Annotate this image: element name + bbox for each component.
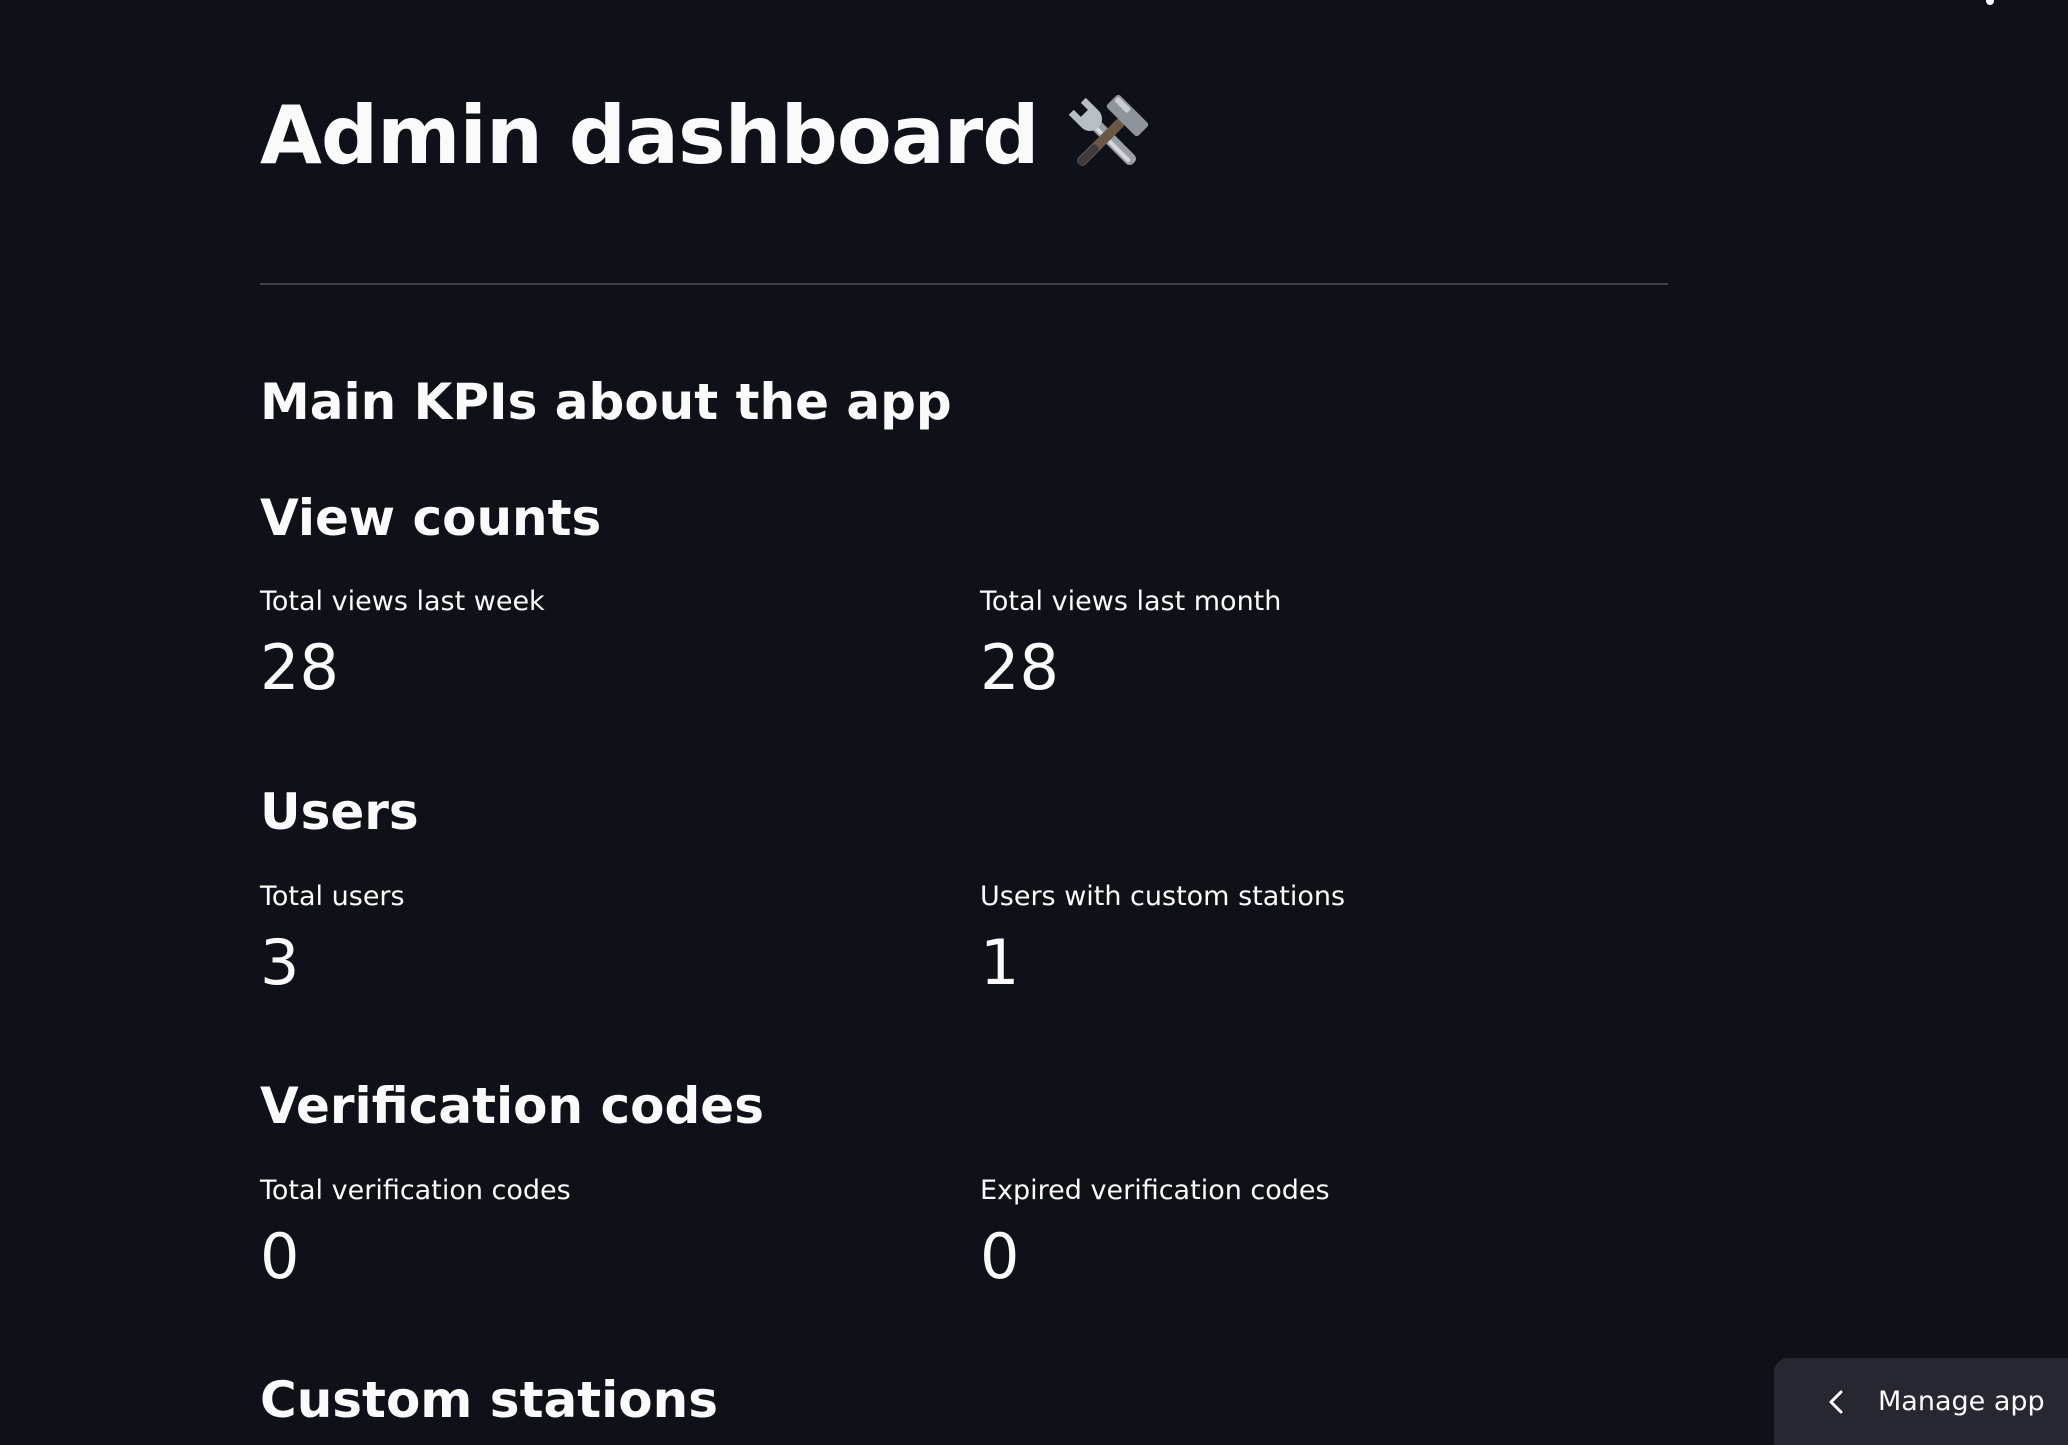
manage-app-button[interactable]: Manage app [1774, 1358, 2068, 1445]
page-title-text: Admin dashboard [260, 89, 1040, 182]
metric-value: 0 [260, 1220, 300, 1293]
section-heading-view-counts: View counts [260, 489, 602, 547]
metric-value: 3 [260, 926, 300, 999]
metric-label: Expired verification codes [980, 1175, 1330, 1206]
main-menu-icon[interactable] [1986, 0, 1994, 5]
metric-label: Total verification codes [260, 1175, 571, 1206]
app-page: Admin dashboard Main KPIs about the app … [0, 0, 2068, 1445]
metric-label: Total views last month [980, 586, 1282, 617]
chevron-left-icon [1829, 1390, 1843, 1413]
section-heading-custom-stations: Custom stations [260, 1371, 718, 1429]
metric-value: 1 [980, 926, 1020, 999]
metric-label: Total views last week [260, 586, 545, 617]
section-heading-users: Users [260, 783, 419, 841]
page-title: Admin dashboard [260, 88, 1157, 184]
metric-label: Total users [260, 881, 405, 912]
kpi-subtitle: Main KPIs about the app [260, 373, 952, 431]
metric-total-verification-codes: Total verification codes 0 [260, 1173, 571, 1295]
section-heading-verification-codes: Verification codes [260, 1077, 764, 1135]
metric-total-views-last-week: Total views last week 28 [260, 584, 545, 706]
metric-value: 0 [980, 1220, 1020, 1293]
metric-total-views-last-month: Total views last month 28 [980, 584, 1281, 706]
metric-value: 28 [260, 631, 339, 704]
title-divider [260, 283, 1668, 285]
metric-label: Users with custom stations [980, 881, 1346, 912]
hammer-and-wrench-icon [1068, 94, 1148, 167]
metric-users-with-custom-stations: Users with custom stations 1 [980, 879, 1345, 1001]
manage-app-label: Manage app [1878, 1386, 2045, 1417]
metric-expired-verification-codes: Expired verification codes 0 [980, 1173, 1330, 1295]
metric-total-users: Total users 3 [260, 879, 405, 1001]
metric-value: 28 [980, 631, 1059, 704]
